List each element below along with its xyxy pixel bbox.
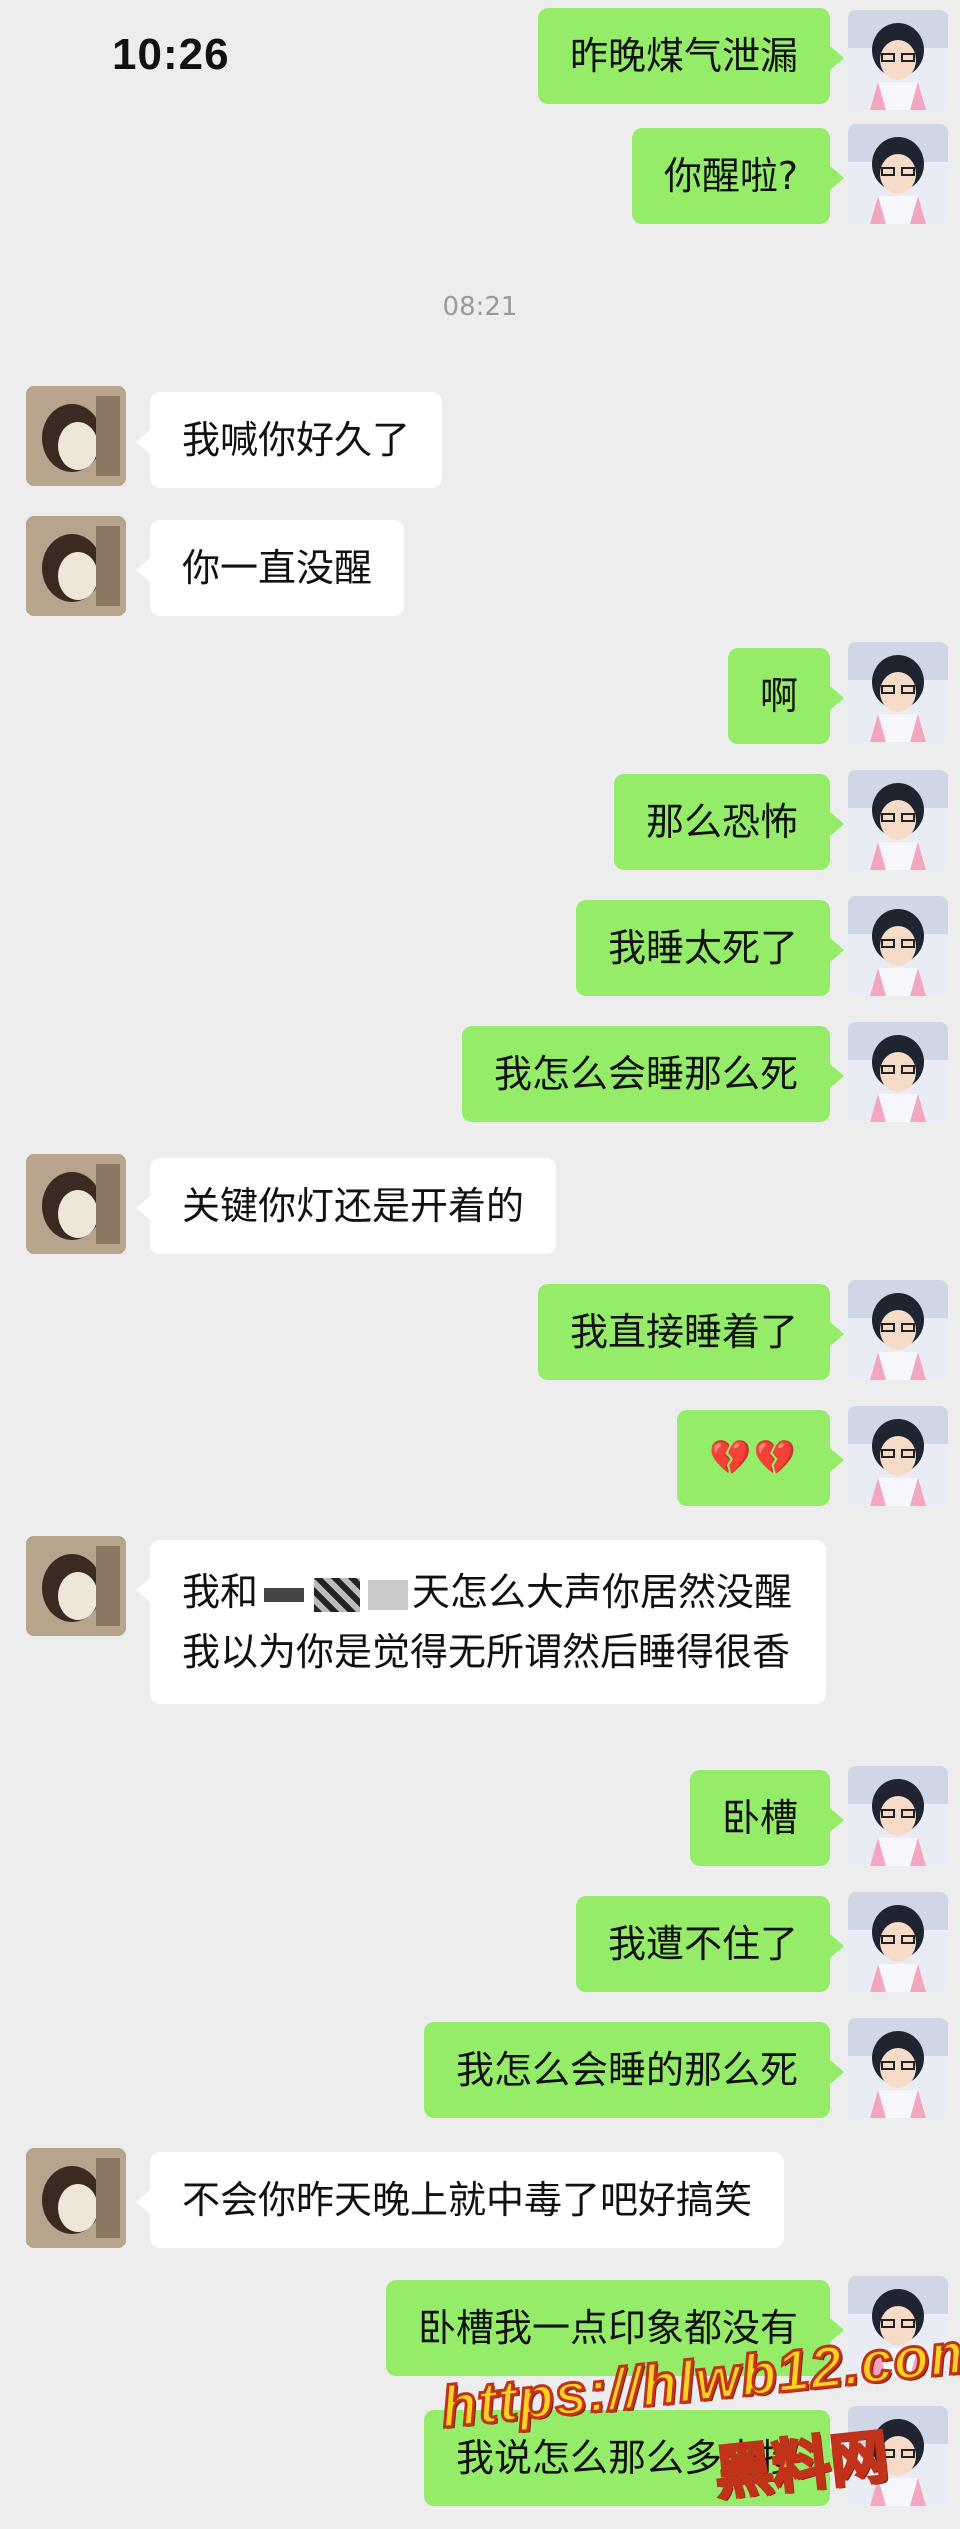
message-bubble-outgoing[interactable]: 你醒啦? [631,128,845,224]
avatar[interactable] [848,1892,948,1992]
avatar-image [848,2018,948,2118]
message-bubble-outgoing[interactable]: 那么恐怖 [613,774,845,870]
message-bubble-outgoing[interactable]: 我怎么会睡那么死 [461,1026,845,1122]
message-bubble-outgoing[interactable]: 啊 [727,648,845,744]
message-bubble-outgoing[interactable]: 💔💔 [677,1410,844,1506]
avatar-image [848,770,948,870]
avatar-image [26,386,126,486]
avatar[interactable] [848,1406,948,1506]
avatar[interactable] [848,770,948,870]
redacted-blur [264,1587,305,1602]
avatar[interactable] [848,1022,948,1122]
message-bubble-incoming[interactable]: 我喊你好久了 [135,392,443,488]
avatar[interactable] [26,2148,126,2248]
message-bubble-incoming[interactable]: 你一直没醒 [135,520,405,616]
avatar-image [848,10,948,110]
message-bubble-outgoing[interactable]: 我遭不住了 [575,1896,845,1992]
avatar[interactable] [848,124,948,224]
message-bubble-outgoing[interactable]: 卧槽 [689,1770,845,1866]
avatar-image [848,124,948,224]
message-bubble-incoming[interactable]: 不会你昨天晚上就中毒了吧好搞笑 [135,2152,785,2248]
message-bubble-outgoing[interactable]: 我怎么会睡的那么死 [423,2022,845,2118]
message-bubble-outgoing[interactable]: 昨晚煤气泄漏 [537,8,845,104]
message-bubble-outgoing[interactable]: 我直接睡着了 [537,1284,845,1380]
avatar-image [26,516,126,616]
status-time: 10:26 [112,30,230,79]
avatar-image [26,1154,126,1254]
avatar[interactable] [848,1766,948,1866]
avatar[interactable] [26,386,126,486]
avatar[interactable] [848,1280,948,1380]
redacted-blur [314,1577,361,1612]
avatar-image [26,1536,126,1636]
avatar-image [848,642,948,742]
avatar[interactable] [848,10,948,110]
avatar[interactable] [848,642,948,742]
avatar-image [848,1892,948,1992]
avatar[interactable] [26,516,126,616]
message-text-part: 我和 [182,1570,259,1614]
avatar-image [848,1406,948,1506]
avatar-image [848,1280,948,1380]
chat-timestamp: 08:21 [442,292,518,322]
message-text-part: 天怎么大声你居然没醒 我以为你是觉得无所谓然后睡得很香 [182,1570,793,1674]
avatar-image [848,1766,948,1866]
message-bubble-incoming[interactable]: 关键你灯还是开着的 [135,1158,557,1254]
message-bubble-incoming[interactable]: 我和 天怎么大声你居然没醒 我以为你是觉得无所谓然后睡得很香 [136,1540,826,1704]
avatar-image [26,2148,126,2248]
avatar[interactable] [26,1154,126,1254]
avatar[interactable] [848,2018,948,2118]
message-bubble-outgoing[interactable]: 我睡太死了 [575,900,845,996]
redacted-blur [368,1579,409,1610]
avatar[interactable] [848,896,948,996]
avatar[interactable] [26,1536,126,1636]
avatar-image [848,1022,948,1122]
avatar-image [848,896,948,996]
